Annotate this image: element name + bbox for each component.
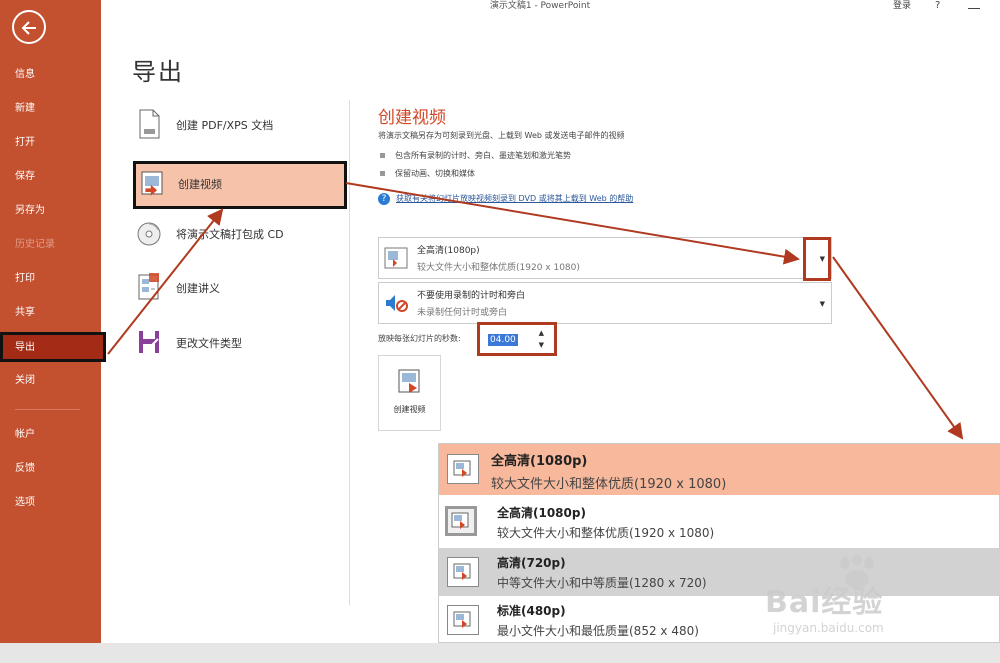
seconds-label: 放映每张幻灯片的秒数: [378, 334, 461, 343]
video-quality-icon [384, 247, 408, 269]
window-title: 演示文稿1 - PowerPoint [489, 1, 591, 11]
chevron-up-icon[interactable]: ▲ [539, 329, 544, 337]
help-question-icon: ? [378, 193, 390, 205]
export-option-label: 创建 PDF/XPS 文档 [176, 119, 274, 132]
export-option-pdf[interactable]: 创建 PDF/XPS 文档 [136, 107, 316, 143]
bullet-icon [380, 171, 385, 176]
annotation-arrow [832, 256, 964, 440]
watermark-logo: Bai经验 [765, 585, 884, 620]
timing-description: 未录制任何计时或旁白 [417, 308, 508, 318]
export-option-file-type[interactable]: 更改文件类型 [136, 325, 316, 361]
timing-dropdown[interactable]: 不要使用录制的计时和旁白 未录制任何计时或旁白 ▼ [378, 282, 832, 324]
video-icon [397, 368, 425, 396]
timing-title: 不要使用录制的计时和旁白 [417, 291, 526, 301]
quality-option[interactable]: 全高清(1080p) 较大文件大小和整体优质(1920 x 1080) [439, 498, 1000, 546]
sidebar-item-info[interactable]: 信息 [0, 60, 101, 90]
chevron-down-icon[interactable]: ▼ [539, 341, 544, 349]
sidebar-item-options[interactable]: 选项 [0, 488, 101, 518]
section-title: 创建视频 [378, 108, 446, 128]
create-video-button[interactable]: 创建视频 [378, 355, 441, 431]
quality-option-title: 高清(720p) [497, 556, 566, 570]
cd-icon [136, 218, 162, 248]
bullet-text: 保留动画、切换和媒体 [395, 169, 475, 178]
video-quality-icon [445, 506, 477, 536]
sidebar-item-account[interactable]: 帐户 [0, 420, 101, 450]
sidebar-item-print[interactable]: 打印 [0, 264, 101, 294]
sidebar-item-history: 历史记录 [15, 239, 55, 250]
help-link-text[interactable]: 获取有关将幻灯片放映视频刻录到 DVD 或将其上载到 Web 的帮助 [396, 194, 633, 203]
quality-option-description: 中等文件大小和中等质量(1280 x 720) [497, 576, 707, 590]
sidebar-item-feedback[interactable]: 反馈 [0, 454, 101, 484]
help-link[interactable]: ? 获取有关将幻灯片放映视频刻录到 DVD 或将其上载到 Web 的帮助 [378, 193, 633, 205]
signin-link[interactable]: 登录 [893, 0, 911, 12]
watermark-url: jingyan.baidu.com [773, 621, 884, 635]
handout-icon [136, 272, 162, 302]
help-button[interactable]: ? [935, 0, 940, 12]
pdf-document-icon [136, 109, 162, 139]
video-quality-icon [447, 454, 479, 484]
quality-option-description: 较大文件大小和整体优质(1920 x 1080) [491, 477, 727, 492]
sidebar-item-new[interactable]: 新建 [0, 94, 101, 124]
export-option-label: 更改文件类型 [176, 337, 242, 350]
status-bar [0, 643, 1000, 663]
baidu-watermark: Bai经验 jingyan.baidu.com [765, 555, 965, 643]
section-description: 将演示文稿另存为可刻录到光盘、上载到 Web 或发送电子邮件的视频 [378, 131, 625, 140]
sidebar-item-save[interactable]: 保存 [0, 162, 101, 192]
video-quality-icon [447, 605, 479, 635]
feature-bullet: 保留动画、切换和媒体 [380, 168, 475, 179]
quality-description: 较大文件大小和整体优质(1920 x 1080) [417, 263, 580, 273]
sidebar-divider [15, 409, 80, 410]
seconds-stepper[interactable]: 04.00 ▲ ▼ [477, 322, 557, 356]
sidebar-item-export[interactable]: 导出 [0, 332, 106, 362]
export-option-video[interactable]: 创建视频 [133, 161, 347, 209]
annotation-box [803, 237, 831, 281]
bullet-text: 包含所有录制的计时、旁白、墨迹笔划和激光笔势 [395, 151, 571, 160]
speaker-narration-icon [384, 292, 408, 314]
export-option-label: 创建视频 [178, 178, 222, 191]
quality-option-title: 标准(480p) [497, 604, 566, 618]
sidebar-item-share[interactable]: 共享 [0, 298, 101, 328]
export-option-label: 将演示文稿打包成 CD [176, 228, 284, 241]
video-icon [140, 170, 166, 200]
page-title: 导出 [132, 58, 184, 86]
quality-option-description: 较大文件大小和整体优质(1920 x 1080) [497, 526, 715, 540]
pane-divider [349, 100, 350, 605]
back-arrow-icon[interactable] [12, 10, 46, 44]
backstage-sidebar: 信息 新建 打开 保存 另存为 历史记录 打印 共享 导出 关闭 帐户 反馈 选… [0, 0, 106, 643]
file-type-icon [136, 327, 162, 357]
quality-title: 全高清(1080p) [417, 246, 480, 256]
export-option-label: 创建讲义 [176, 282, 220, 295]
quality-option[interactable]: 全高清(1080p) 较大文件大小和整体优质(1920 x 1080) [439, 444, 1000, 495]
quality-dropdown[interactable]: 全高清(1080p) 较大文件大小和整体优质(1920 x 1080) ▼ [378, 237, 832, 279]
sidebar-item-save-as[interactable]: 另存为 [0, 196, 101, 226]
export-option-cd[interactable]: 将演示文稿打包成 CD [136, 216, 316, 252]
create-video-label: 创建视频 [393, 405, 426, 414]
feature-bullet: 包含所有录制的计时、旁白、墨迹笔划和激光笔势 [380, 150, 571, 161]
chevron-down-icon[interactable]: ▼ [820, 300, 825, 308]
quality-option-title: 全高清(1080p) [491, 454, 588, 469]
quality-option-title: 全高清(1080p) [497, 506, 586, 520]
sidebar-item-close[interactable]: 关闭 [0, 366, 101, 396]
quality-option-description: 最小文件大小和最低质量(852 x 480) [497, 624, 699, 638]
sidebar-item-open[interactable]: 打开 [0, 128, 101, 158]
minimize-icon[interactable] [968, 8, 980, 9]
export-option-handout[interactable]: 创建讲义 [136, 270, 316, 306]
video-quality-icon [447, 557, 479, 587]
seconds-value[interactable]: 04.00 [488, 334, 518, 346]
bullet-icon [380, 153, 385, 158]
